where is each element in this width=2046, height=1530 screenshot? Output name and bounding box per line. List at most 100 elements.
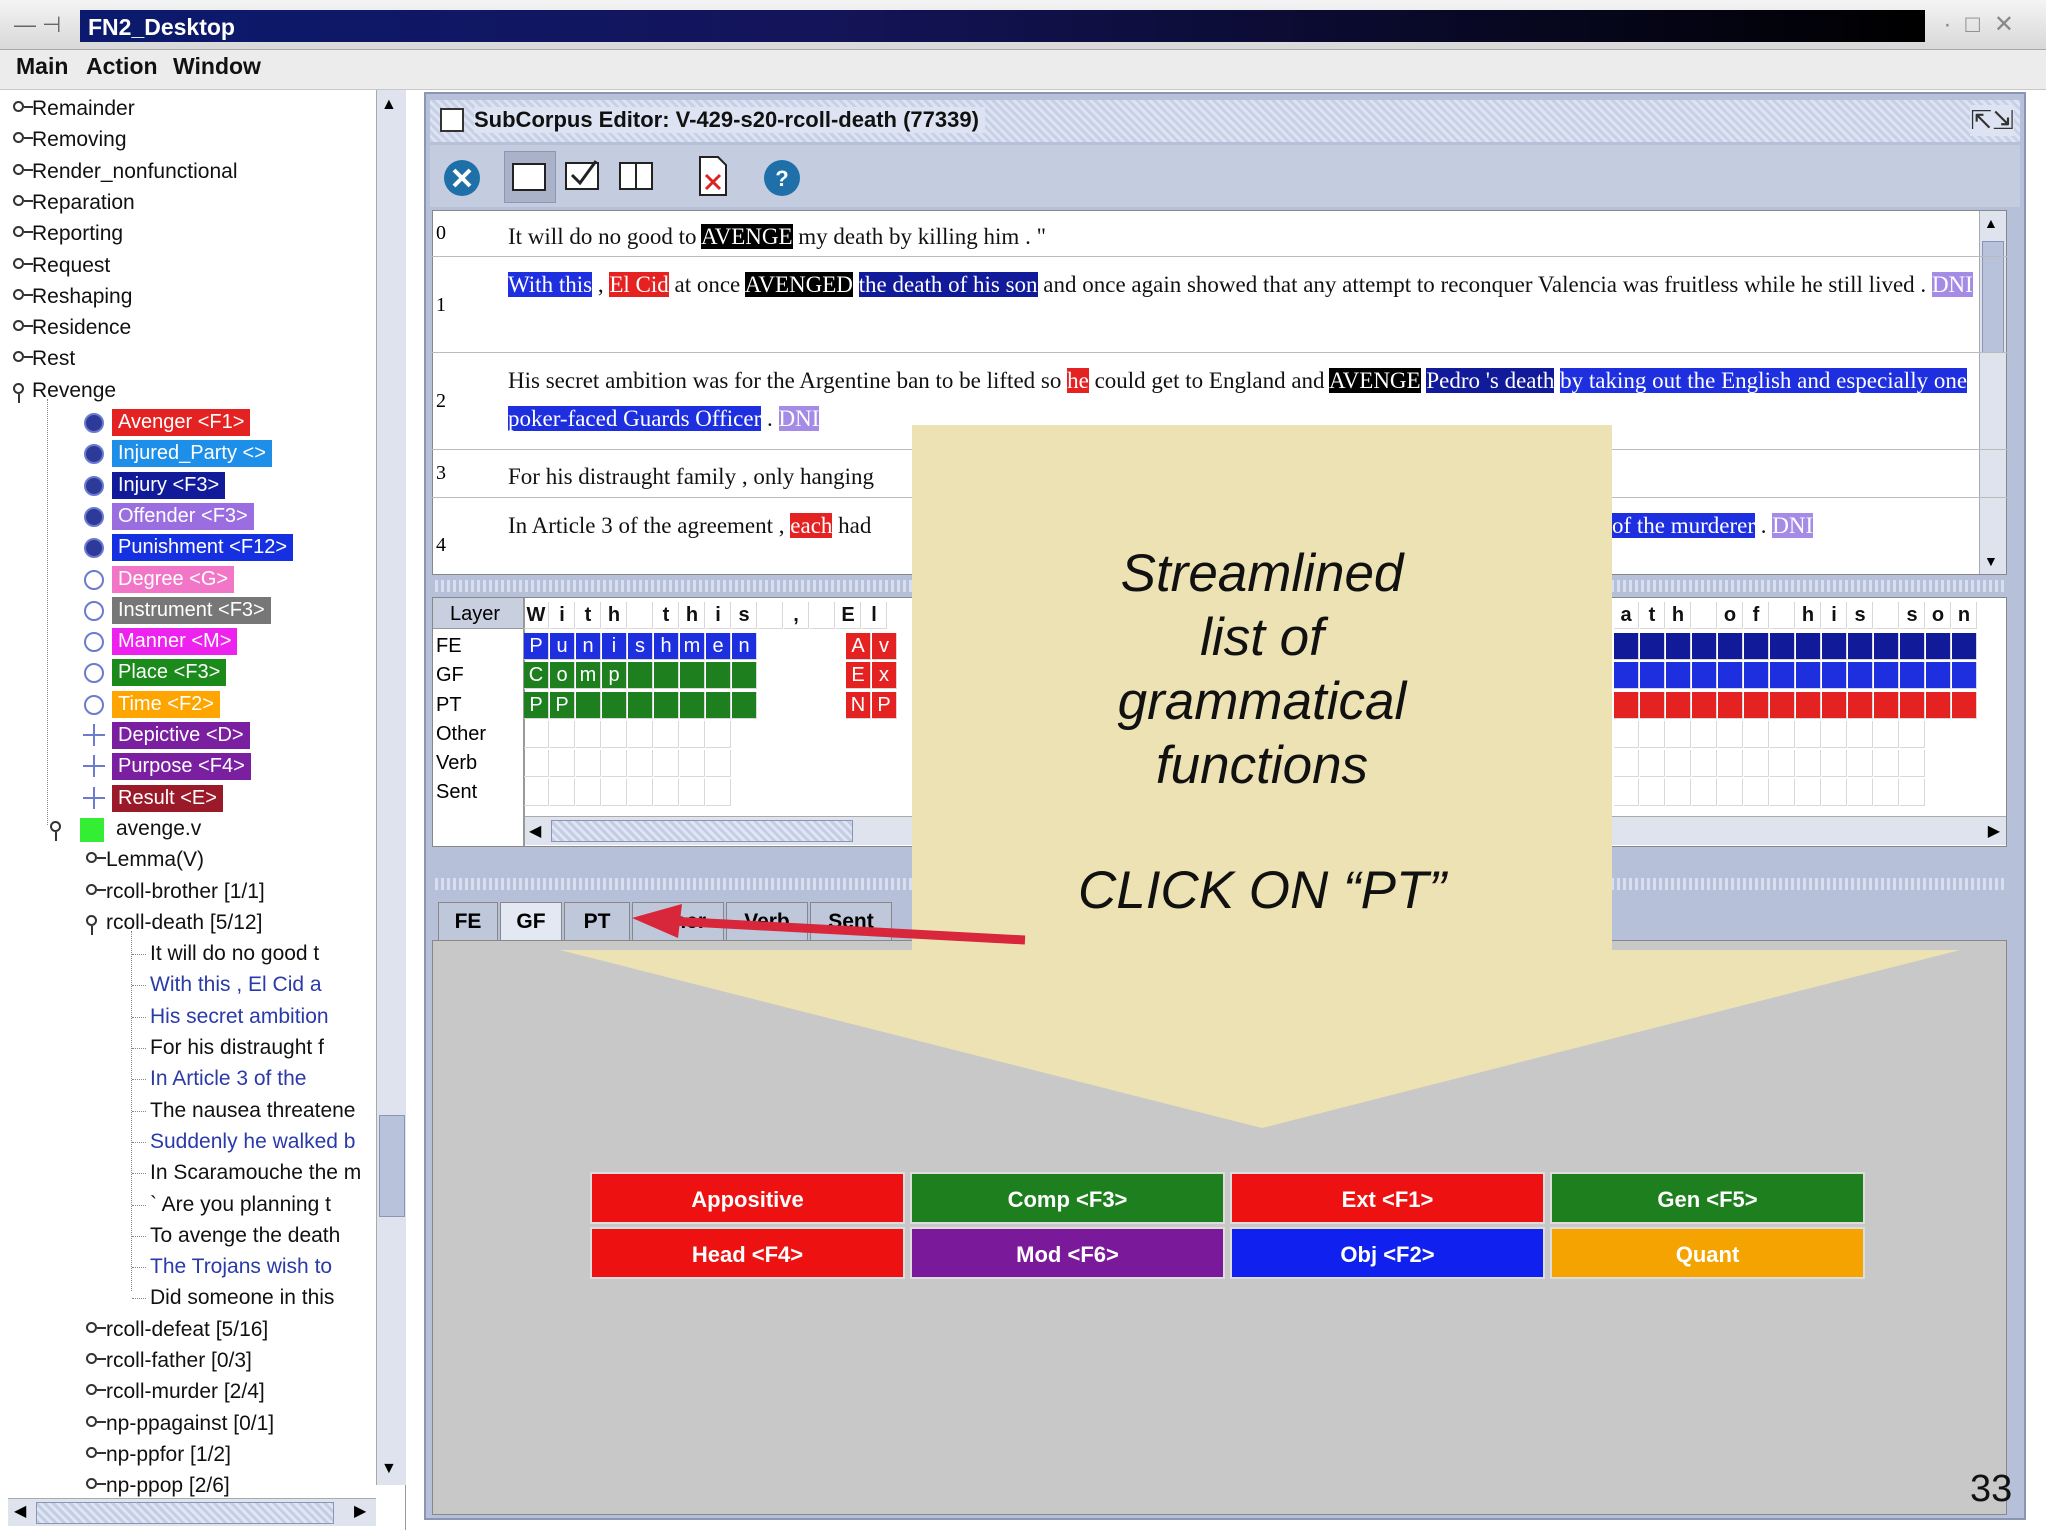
- gf-head-button[interactable]: Head <F4>: [590, 1227, 905, 1279]
- annotation-cell[interactable]: x: [872, 662, 897, 689]
- annotation-cell[interactable]: [732, 662, 757, 689]
- tree-sentence[interactable]: In Scaramouche the m: [8, 1158, 378, 1189]
- annotation-cell[interactable]: [1848, 633, 1873, 660]
- annotation-cell[interactable]: [1848, 692, 1873, 719]
- gf-appositive-button[interactable]: Appositive: [590, 1172, 905, 1224]
- grid-cell[interactable]: [1900, 750, 1925, 777]
- grid-cell[interactable]: [1848, 721, 1873, 748]
- fe-item[interactable]: Punishment <F12>: [8, 532, 378, 563]
- grid-cell[interactable]: [1718, 779, 1743, 806]
- tree-frame-render_nonfunctional[interactable]: Render_nonfunctional: [8, 157, 378, 188]
- annotation-cell[interactable]: [1926, 633, 1951, 660]
- fe-item[interactable]: Depictive <D>: [8, 720, 378, 751]
- grid-cell[interactable]: [680, 721, 705, 748]
- grid-cell[interactable]: [524, 750, 549, 777]
- grid-cell[interactable]: [1692, 750, 1717, 777]
- expand-icon[interactable]: [13, 318, 33, 338]
- annotation-cell[interactable]: [1900, 633, 1925, 660]
- annotation-cell[interactable]: [1900, 662, 1925, 689]
- expand-icon[interactable]: [86, 1445, 106, 1465]
- tree-sentence[interactable]: The Trojans wish to: [8, 1252, 378, 1283]
- tree-subcorpus[interactable]: rcoll-death [5/12]: [8, 908, 378, 939]
- collapse-icon[interactable]: [13, 381, 33, 403]
- expand-icon[interactable]: [13, 130, 33, 150]
- tree-sentence[interactable]: Did someone in this: [8, 1283, 378, 1314]
- annotation-cell[interactable]: [1874, 633, 1899, 660]
- tree-frame-reporting[interactable]: Reporting: [8, 219, 378, 250]
- annotation-cell[interactable]: [1770, 692, 1795, 719]
- grid-cell[interactable]: [1666, 779, 1691, 806]
- annotation-cell[interactable]: h: [654, 633, 679, 660]
- target-word[interactable]: AVENGED: [744, 272, 853, 297]
- scroll-right-icon[interactable]: ▶: [1988, 821, 2000, 841]
- expand-icon[interactable]: [86, 1320, 106, 1340]
- target-word[interactable]: AVENGE: [700, 224, 793, 249]
- expand-icon[interactable]: [86, 1476, 106, 1496]
- tree-sentence[interactable]: The nausea threatene: [8, 1096, 378, 1127]
- fe-annotation[interactable]: each: [790, 513, 833, 538]
- annotation-cell[interactable]: [1926, 692, 1951, 719]
- tree-sentence[interactable]: To avenge the death: [8, 1221, 378, 1252]
- fe-item[interactable]: Manner <M>: [8, 626, 378, 657]
- tree-subcorpus[interactable]: rcoll-murder [2/4]: [8, 1377, 378, 1408]
- annotation-cell[interactable]: [1796, 692, 1821, 719]
- grid-cell[interactable]: [1640, 721, 1665, 748]
- scroll-left-icon[interactable]: ◀: [529, 821, 541, 841]
- grid-cell[interactable]: [1614, 750, 1639, 777]
- grid-cell[interactable]: [602, 750, 627, 777]
- grid-cell[interactable]: [1718, 721, 1743, 748]
- annotation-cell[interactable]: [628, 662, 653, 689]
- grid-cell[interactable]: [1718, 750, 1743, 777]
- tree-sentence[interactable]: It will do no good t: [8, 939, 378, 970]
- fe-item[interactable]: Result <E>: [8, 783, 378, 814]
- annotation-cell[interactable]: [1640, 692, 1665, 719]
- annotation-cell[interactable]: [1952, 633, 1977, 660]
- annotation-cell[interactable]: [1640, 662, 1665, 689]
- scroll-down-icon[interactable]: ▼: [1984, 553, 1998, 569]
- annotation-cell[interactable]: [1874, 662, 1899, 689]
- annotation-cell[interactable]: P: [524, 633, 549, 660]
- grid-cell[interactable]: [1848, 779, 1873, 806]
- grid-cell[interactable]: [1744, 750, 1769, 777]
- tree-scroll-thumb[interactable]: [379, 1115, 405, 1217]
- annotation-cell[interactable]: [680, 692, 705, 719]
- annotation-cell[interactable]: [576, 692, 601, 719]
- fe-item[interactable]: Injured_Party <>: [8, 438, 378, 469]
- annotation-cell[interactable]: [1770, 662, 1795, 689]
- fe-annotation[interactable]: Pedro 's death: [1426, 368, 1555, 393]
- annotation-cell[interactable]: m: [576, 662, 601, 689]
- window-menu-icon[interactable]: — ⊣: [14, 12, 61, 38]
- annotation-cell[interactable]: [1796, 633, 1821, 660]
- annotation-cell[interactable]: n: [576, 633, 601, 660]
- tree-frame-rest[interactable]: Rest: [8, 344, 378, 375]
- grid-cell[interactable]: [1614, 779, 1639, 806]
- annotation-cell[interactable]: [1718, 692, 1743, 719]
- grid-cell[interactable]: [628, 779, 653, 806]
- annotation-cell[interactable]: [654, 692, 679, 719]
- annotation-cell[interactable]: N: [846, 692, 871, 719]
- annotation-cell[interactable]: C: [524, 662, 549, 689]
- layer-row-verb[interactable]: Verb: [436, 752, 477, 775]
- grid-cell[interactable]: [550, 779, 575, 806]
- annotation-cell[interactable]: [1614, 692, 1639, 719]
- checkbox-icon[interactable]: [558, 151, 608, 201]
- scroll-left-icon[interactable]: ◀: [14, 1501, 26, 1521]
- delete-document-icon[interactable]: [688, 151, 738, 201]
- expand-icon[interactable]: [13, 349, 33, 369]
- gf-mod-button[interactable]: Mod <F6>: [910, 1227, 1225, 1279]
- grid-cell[interactable]: [1796, 779, 1821, 806]
- tree-lu[interactable]: avenge.v: [8, 814, 378, 845]
- gf-quant-button[interactable]: Quant: [1550, 1227, 1865, 1279]
- tree-frame-reparation[interactable]: Reparation: [8, 188, 378, 219]
- grid-cell[interactable]: [576, 779, 601, 806]
- grid-cell[interactable]: [550, 750, 575, 777]
- tree-frame-remainder[interactable]: Remainder: [8, 94, 378, 125]
- dni-tag[interactable]: DNI: [778, 406, 820, 431]
- tree-frame-request[interactable]: Request: [8, 251, 378, 282]
- tree-sentence[interactable]: For his distraught f: [8, 1033, 378, 1064]
- single-view-icon[interactable]: [504, 151, 556, 203]
- grid-cell[interactable]: [1822, 750, 1847, 777]
- annotation-cell[interactable]: [1874, 692, 1899, 719]
- menu-action[interactable]: Action: [86, 53, 158, 80]
- annotation-cell[interactable]: i: [602, 633, 627, 660]
